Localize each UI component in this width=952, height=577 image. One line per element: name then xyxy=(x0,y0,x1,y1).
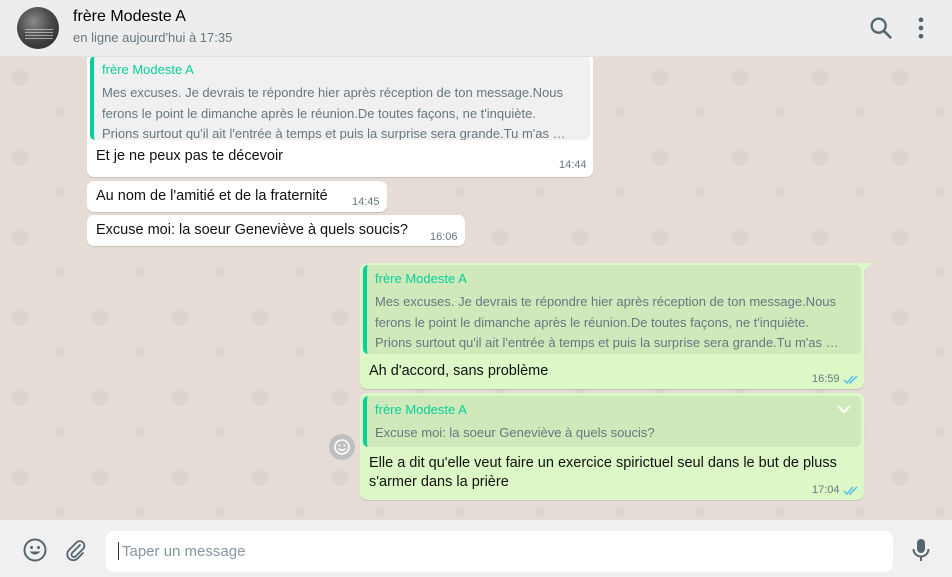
message-bubble-incoming[interactable]: Au nom de l'amitié et de la fraternité 1… xyxy=(87,181,387,212)
composer-bar xyxy=(0,520,952,577)
message-list[interactable]: frère Modeste A Mes excuses. Je devrais … xyxy=(0,57,952,520)
quoted-message[interactable]: frère Modeste A Excuse moi: la soeur Gen… xyxy=(363,396,861,447)
message-time: 17:04 xyxy=(812,484,840,496)
message-bubble-outgoing[interactable]: frère Modeste A Mes excuses. Je devrais … xyxy=(360,263,864,389)
message-input[interactable] xyxy=(106,531,893,572)
message-bubble-incoming[interactable]: frère Modeste A Mes excuses. Je devrais … xyxy=(87,57,593,177)
emoji-icon[interactable] xyxy=(22,537,48,563)
message-bubble-incoming[interactable]: Excuse moi: la soeur Geneviève à quels s… xyxy=(87,215,465,246)
message-text: Ah d'accord, sans problème xyxy=(369,363,549,379)
search-icon[interactable] xyxy=(867,14,895,42)
quoted-message[interactable]: frère Modeste A Mes excuses. Je devrais … xyxy=(90,57,590,140)
quoted-author: frère Modeste A xyxy=(102,62,194,77)
quoted-text: Mes excuses. Je devrais te répondre hier… xyxy=(102,85,566,140)
more-vertical-icon[interactable] xyxy=(907,14,935,42)
message-bubble-outgoing[interactable]: frère Modeste A Excuse moi: la soeur Gen… xyxy=(360,393,864,500)
smiley-icon xyxy=(334,439,350,455)
contact-name[interactable]: frère Modeste A xyxy=(73,8,186,26)
contact-status: en ligne aujourd'hui à 17:35 xyxy=(73,30,233,45)
message-time: 16:06 xyxy=(430,231,458,243)
read-ticks-icon xyxy=(843,375,858,385)
message-time: 14:44 xyxy=(559,159,587,171)
message-time: 14:45 xyxy=(352,196,380,208)
message-time: 16:59 xyxy=(812,373,840,385)
react-emoji-button[interactable] xyxy=(329,434,355,460)
chevron-down-icon[interactable] xyxy=(837,404,851,414)
message-text: Excuse moi: la soeur Geneviève à quels s… xyxy=(96,222,408,238)
message-text: Et je ne peux pas te décevoir xyxy=(96,148,284,164)
message-text: Elle a dit qu'elle veut faire un exercic… xyxy=(369,455,837,490)
chat-header: frère Modeste A en ligne aujourd'hui à 1… xyxy=(0,0,952,57)
contact-avatar[interactable] xyxy=(17,7,59,49)
quoted-text: Mes excuses. Je devrais te répondre hier… xyxy=(375,294,839,350)
quoted-text: Excuse moi: la soeur Geneviève à quels s… xyxy=(375,425,655,440)
quoted-author: frère Modeste A xyxy=(375,402,467,417)
text-cursor xyxy=(118,542,119,560)
read-ticks-icon xyxy=(843,486,858,496)
bubble-tail xyxy=(862,263,872,273)
quoted-message[interactable]: frère Modeste A Mes excuses. Je devrais … xyxy=(363,265,861,354)
message-text: Au nom de l'amitié et de la fraternité xyxy=(96,188,328,204)
quoted-author: frère Modeste A xyxy=(375,271,467,286)
microphone-icon[interactable] xyxy=(909,537,933,563)
paperclip-icon[interactable] xyxy=(63,537,89,563)
